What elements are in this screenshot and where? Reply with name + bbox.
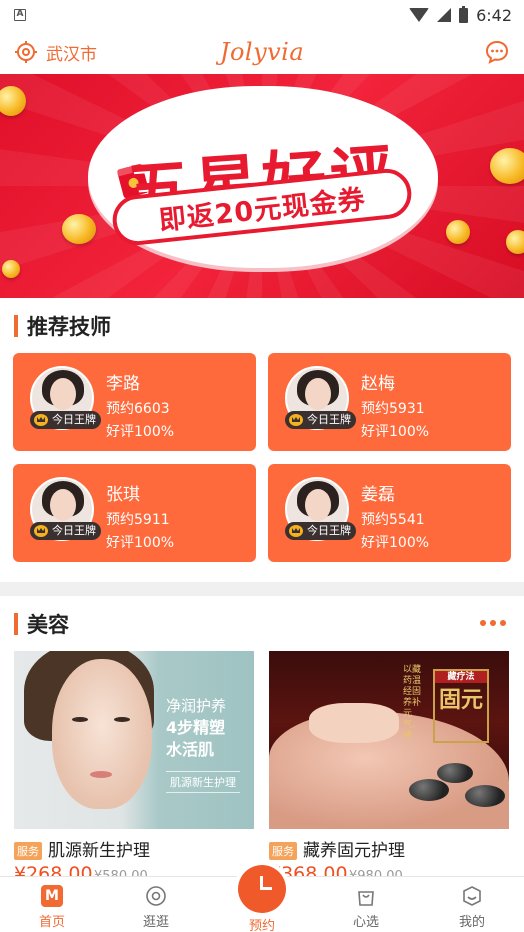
badge-label: 今日王牌	[307, 413, 351, 426]
crown-icon	[34, 525, 48, 537]
service-tag: 服务	[14, 842, 42, 860]
section-title: 美容	[27, 612, 69, 637]
technician-name: 姜磊	[361, 485, 395, 505]
technician-card[interactable]: 今日王牌 李路 预约6603 好评100%	[13, 353, 256, 451]
crown-icon	[289, 414, 303, 426]
technician-name: 李路	[106, 374, 140, 394]
technician-bookings: 预约5931	[361, 401, 425, 417]
technician-rating: 好评100%	[106, 535, 175, 551]
technician-card[interactable]: 今日王牌 张琪 预约5911 好评100%	[13, 464, 256, 562]
crown-icon	[34, 414, 48, 426]
message-icon[interactable]	[484, 39, 510, 65]
ace-badge: 今日王牌	[285, 411, 356, 429]
coin-icon	[506, 230, 524, 254]
product-image-sign: 藏疗法 固元	[433, 669, 489, 743]
tab-home[interactable]: M 首页	[0, 877, 104, 932]
coin-icon	[446, 220, 470, 244]
product-image: 净润护养 4步精塑 水活肌 肌源新生护理	[14, 651, 254, 829]
bag-icon	[358, 891, 374, 906]
explore-icon	[146, 886, 166, 906]
crown-icon	[289, 525, 303, 537]
tab-profile[interactable]: 我的	[420, 877, 524, 932]
tab-label: 逛逛	[142, 915, 169, 930]
product-card[interactable]: 以藏药温经固养补元气，神 藏疗法 固元 服务 藏养固元护理 ¥368.00 ¥9…	[269, 651, 509, 885]
tab-label: 心选	[352, 915, 379, 930]
tab-label: 预约	[248, 919, 275, 932]
location-icon	[15, 41, 37, 63]
status-indicators: 6:42	[409, 5, 512, 25]
notification-icon: A	[14, 9, 26, 21]
wifi-icon	[409, 8, 430, 22]
technician-bookings: 预约6603	[106, 401, 170, 417]
technician-rating: 好评100%	[106, 424, 175, 440]
product-image-caption: 肌源新生护理	[166, 771, 240, 793]
ace-badge: 今日王牌	[285, 522, 356, 540]
product-name: 肌源新生护理	[48, 841, 150, 861]
tab-booking[interactable]: 预约	[210, 865, 314, 932]
profile-icon	[463, 886, 481, 906]
home-icon: M	[41, 885, 63, 907]
tab-label: 首页	[38, 915, 65, 930]
technician-name: 赵梅	[361, 374, 395, 394]
technician-name: 张琪	[106, 485, 140, 505]
tab-label: 我的	[458, 915, 485, 930]
product-name: 藏养固元护理	[303, 841, 405, 861]
section-accent-bar	[14, 612, 18, 635]
section-accent-bar	[14, 314, 18, 337]
location-selector[interactable]: 武汉市	[14, 40, 97, 65]
badge-label: 今日王牌	[52, 413, 96, 426]
technician-rating: 好评100%	[361, 535, 430, 551]
promo-banner[interactable]: 五星好评 即返20元现金券	[0, 74, 524, 298]
badge-label: 今日王牌	[52, 524, 96, 537]
badge-label: 今日王牌	[307, 524, 351, 537]
product-image-text: 净润护养 4步精塑 水活肌	[166, 697, 227, 759]
product-image: 以藏药温经固养补元气，神 藏疗法 固元	[269, 651, 509, 829]
battery-icon	[459, 5, 469, 23]
brand-logo: Jolyvia	[219, 38, 305, 66]
technician-card[interactable]: 今日王牌 姜磊 预约5541 好评100%	[268, 464, 511, 562]
bottom-tab-bar: M 首页 逛逛 预约 心选 我的	[0, 865, 524, 932]
app-header: 武汉市 Jolyvia	[0, 30, 524, 74]
status-time: 6:42	[476, 5, 512, 25]
technician-bookings: 预约5911	[106, 512, 170, 528]
clock-icon	[238, 865, 286, 913]
product-image-vertical-text: 以藏药温经固养补元气，神	[403, 665, 422, 741]
city-label: 武汉市	[46, 44, 97, 65]
status-bar: A 6:42	[0, 0, 524, 30]
tab-explore[interactable]: 逛逛	[104, 877, 208, 932]
coin-icon	[2, 260, 20, 278]
section-header: 推荐技师	[0, 298, 524, 353]
section-title: 推荐技师	[27, 314, 111, 339]
technician-bookings: 预约5541	[361, 512, 425, 528]
section-header: 美容	[0, 596, 524, 651]
recommended-technicians-section: 推荐技师 今日王牌 李路 预约6603 好评100% 今日王牌 赵梅 预约593…	[0, 298, 524, 582]
technician-card[interactable]: 今日王牌 赵梅 预约5931 好评100%	[268, 353, 511, 451]
product-card[interactable]: 净润护养 4步精塑 水活肌 肌源新生护理 服务 肌源新生护理 ¥268.00 ¥…	[14, 651, 254, 885]
app-screen: A 6:42 武汉市 Jolyvia 即返20元现金券 推荐技师 今日王牌 李路…	[0, 0, 524, 932]
ace-badge: 今日王牌	[30, 522, 101, 540]
signal-icon	[437, 8, 452, 22]
more-icon[interactable]	[480, 620, 506, 626]
ace-badge: 今日王牌	[30, 411, 101, 429]
technician-rating: 好评100%	[361, 424, 430, 440]
tab-selection[interactable]: 心选	[314, 877, 418, 932]
service-tag: 服务	[269, 842, 297, 860]
